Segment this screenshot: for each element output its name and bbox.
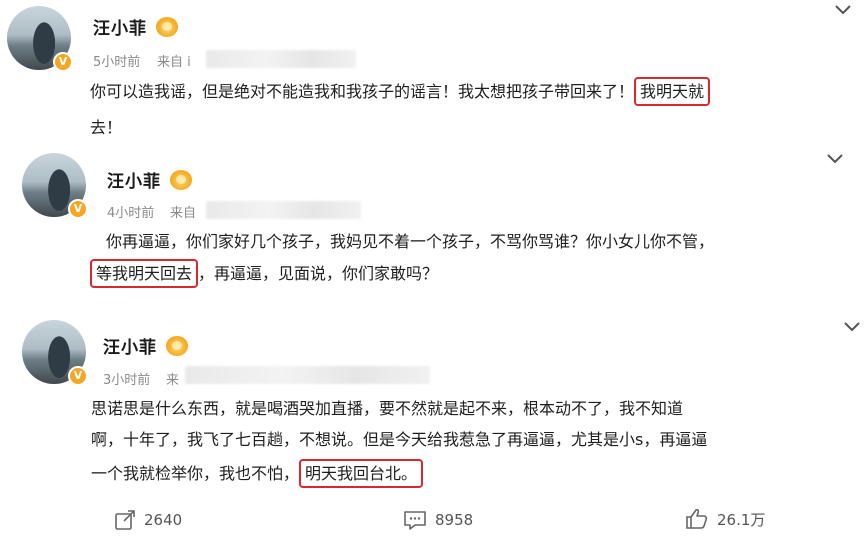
like-button[interactable]: 26.1万 (685, 507, 765, 531)
post-3: V 汪小菲 3小时前 来 思诺思是什么东西，就是喝酒哭加直播，要不然就是起不来，… (0, 0, 865, 500)
fan-medal-icon (166, 336, 188, 356)
like-icon (686, 508, 708, 529)
comment-button[interactable]: 8958 (403, 509, 473, 531)
verified-badge-icon: V (68, 366, 88, 386)
repost-count: 2640 (144, 511, 183, 529)
blurred-source (185, 366, 430, 384)
highlight-box: 明天我回台北。 (299, 459, 424, 488)
repost-button[interactable]: 2640 (114, 509, 182, 531)
post-text-line-1: 思诺思是什么东西，就是喝酒哭加直播，要不然就是起不来，根本动不了，我不知道 (91, 399, 684, 418)
comment-count: 8958 (435, 511, 474, 529)
post-text-line-2: 啊，十年了，我飞了七百趟，不想说。但是今天给我惹急了再逼逼，尤其是小s，再逼逼 (91, 430, 708, 449)
like-count: 26.1万 (717, 510, 766, 529)
post-text-line-3: 一个我就检举你，我也不怕， 明天我回台北。 (91, 458, 424, 489)
repost-icon (115, 510, 135, 530)
post-time: 3小时前 (103, 373, 151, 388)
action-bar: 2640 8958 26.1万 (0, 505, 865, 539)
avatar[interactable]: V (22, 320, 88, 386)
comment-icon (404, 511, 426, 530)
user-name[interactable]: 汪小菲 (103, 333, 157, 358)
post-source: 来 (166, 373, 180, 388)
post-text-line: 一个我就检举你，我也不怕， (91, 464, 300, 483)
chevron-down-icon[interactable] (843, 318, 861, 337)
